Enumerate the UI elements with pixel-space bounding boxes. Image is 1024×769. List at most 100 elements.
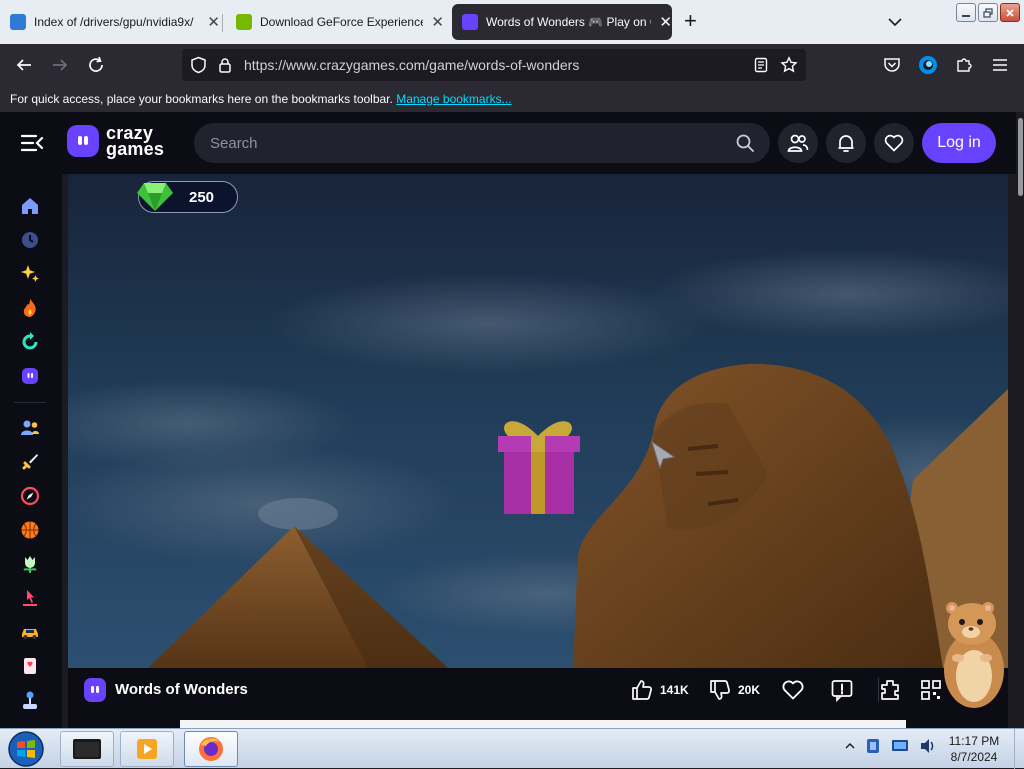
bookmark-star-icon[interactable] bbox=[780, 56, 798, 74]
tab-geforce[interactable]: Download GeForce Experience ✕ bbox=[226, 4, 444, 40]
tray-app-icon[interactable] bbox=[865, 738, 881, 754]
logo-text-line2: games bbox=[106, 139, 165, 159]
search-input[interactable] bbox=[210, 123, 720, 163]
new-tab-icon[interactable]: + bbox=[684, 10, 697, 32]
heart-icon bbox=[884, 134, 904, 152]
updated-icon[interactable] bbox=[20, 332, 40, 352]
game-canvas[interactable]: 250 bbox=[68, 174, 1008, 668]
windows-taskbar: 11:17 PM 8/7/2024 bbox=[0, 728, 1024, 769]
system-tray bbox=[845, 738, 937, 754]
minimize-icon[interactable] bbox=[956, 3, 976, 22]
clicker-icon[interactable] bbox=[20, 588, 40, 608]
friends-button[interactable] bbox=[778, 123, 818, 163]
bookmarks-hint: For quick access, place your bookmarks h… bbox=[10, 92, 393, 106]
new-icon[interactable] bbox=[20, 264, 40, 284]
controller-joystick-icon[interactable] bbox=[20, 690, 40, 710]
home-icon[interactable] bbox=[20, 196, 40, 216]
thumbs-up-icon[interactable] bbox=[630, 678, 654, 702]
window-controls bbox=[956, 3, 1020, 22]
likes-count: 141K bbox=[660, 683, 689, 697]
hamster-mascot-icon bbox=[944, 602, 1004, 708]
account-avatar-icon[interactable] bbox=[916, 53, 940, 77]
media-player-icon bbox=[137, 739, 157, 759]
crazygames-logo-icon bbox=[67, 125, 99, 157]
bookmarks-toolbar: For quick access, place your bookmarks h… bbox=[0, 86, 1024, 112]
tab-label: Index of /drivers/gpu/nvidia9x/ bbox=[34, 15, 194, 29]
tab-label: Download GeForce Experience bbox=[260, 15, 424, 29]
game-title: Words of Wonders bbox=[115, 681, 248, 698]
crazygames-small-logo-icon bbox=[84, 678, 106, 702]
ad-banner-strip bbox=[180, 720, 906, 728]
show-desktop-button[interactable] bbox=[1014, 729, 1024, 769]
reload-icon[interactable] bbox=[84, 53, 108, 77]
clock-time: 11:17 PM bbox=[948, 734, 1000, 748]
sidebar-divider bbox=[14, 402, 46, 403]
emerald-gem-icon bbox=[137, 183, 173, 211]
taskbar-firefox-button[interactable] bbox=[184, 731, 238, 767]
nvidia-icon bbox=[236, 14, 252, 30]
shield-icon[interactable] bbox=[190, 56, 207, 74]
taskbar-media-player-button[interactable] bbox=[120, 731, 174, 767]
scrollbar-thumb[interactable] bbox=[1018, 118, 1023, 196]
taskbar-terminal-button[interactable] bbox=[60, 731, 114, 767]
game-info-bar: Words of Wonders 141K 20K bbox=[68, 668, 1008, 712]
pocket-icon[interactable] bbox=[880, 53, 904, 77]
crazygames-tab-icon bbox=[462, 14, 478, 30]
basketball-icon[interactable] bbox=[20, 520, 40, 540]
tab-strip: Index of /drivers/gpu/nvidia9x/ ✕ Downlo… bbox=[0, 0, 1024, 44]
page-scrollbar[interactable] bbox=[1016, 112, 1024, 728]
thumbs-down-icon[interactable] bbox=[708, 678, 732, 702]
close-icon[interactable]: ✕ bbox=[207, 13, 220, 31]
navigation-toolbar: https://www.crazygames.com/game/words-of… bbox=[0, 44, 1024, 86]
recent-icon[interactable] bbox=[20, 230, 40, 250]
volume-icon[interactable] bbox=[919, 738, 937, 754]
restore-icon[interactable] bbox=[978, 3, 998, 22]
report-icon[interactable] bbox=[830, 678, 854, 702]
manage-bookmarks-link[interactable]: Manage bookmarks... bbox=[396, 92, 511, 106]
gem-count: 250 bbox=[189, 189, 215, 206]
ie-page-icon bbox=[10, 14, 26, 30]
tab-words-of-wonders[interactable]: Words of Wonders 🎮 Play on C ✕ bbox=[452, 4, 672, 40]
url-text: https://www.crazygames.com/game/words-of… bbox=[244, 57, 580, 73]
url-bar[interactable]: https://www.crazygames.com/game/words-of… bbox=[182, 49, 806, 81]
search-icon[interactable] bbox=[736, 134, 754, 152]
terminal-icon bbox=[73, 739, 101, 759]
bell-icon bbox=[838, 135, 854, 152]
embed-puzzle-icon[interactable] bbox=[878, 678, 902, 702]
tab-nvidia-index[interactable]: Index of /drivers/gpu/nvidia9x/ ✕ bbox=[0, 4, 220, 40]
close-icon[interactable]: ✕ bbox=[659, 13, 672, 31]
favorites-button[interactable] bbox=[874, 123, 914, 163]
favorite-heart-icon[interactable] bbox=[781, 678, 805, 702]
card-games-icon[interactable] bbox=[20, 656, 40, 676]
tab-label: Words of Wonders 🎮 Play on C bbox=[486, 15, 652, 29]
firefox-icon bbox=[199, 737, 223, 761]
forward-arrow-icon[interactable] bbox=[48, 53, 72, 77]
crazygames-logo[interactable]: crazy games bbox=[67, 124, 165, 159]
driving-car-icon[interactable] bbox=[20, 622, 40, 642]
network-icon[interactable] bbox=[891, 738, 909, 754]
site-header: crazy games Log in bbox=[0, 112, 1016, 174]
extensions-puzzle-icon[interactable] bbox=[952, 53, 976, 77]
casual-tulip-icon[interactable] bbox=[20, 554, 40, 574]
originals-icon[interactable] bbox=[20, 366, 40, 386]
tab-list-chevron-icon[interactable] bbox=[885, 12, 905, 32]
notifications-button[interactable] bbox=[826, 123, 866, 163]
adventure-compass-icon[interactable] bbox=[20, 486, 40, 506]
menu-collapse-icon[interactable] bbox=[20, 132, 44, 154]
dislikes-count: 20K bbox=[738, 683, 761, 697]
taskbar-clock[interactable]: 11:17 PM 8/7/2024 bbox=[942, 733, 1006, 765]
reader-view-icon[interactable] bbox=[754, 57, 768, 73]
sidebar bbox=[0, 174, 62, 728]
close-window-icon[interactable] bbox=[1000, 3, 1020, 22]
tray-expand-icon[interactable] bbox=[845, 741, 855, 751]
close-icon[interactable]: ✕ bbox=[431, 13, 444, 31]
lock-icon[interactable] bbox=[218, 57, 232, 73]
action-sword-icon[interactable] bbox=[20, 452, 40, 472]
trending-icon[interactable] bbox=[20, 298, 40, 318]
app-menu-icon[interactable] bbox=[988, 53, 1012, 77]
multiplayer-icon[interactable] bbox=[20, 418, 40, 438]
windows-start-icon[interactable] bbox=[6, 730, 46, 768]
login-button[interactable]: Log in bbox=[922, 123, 996, 163]
search-box bbox=[194, 123, 770, 163]
back-arrow-icon[interactable] bbox=[12, 53, 36, 77]
